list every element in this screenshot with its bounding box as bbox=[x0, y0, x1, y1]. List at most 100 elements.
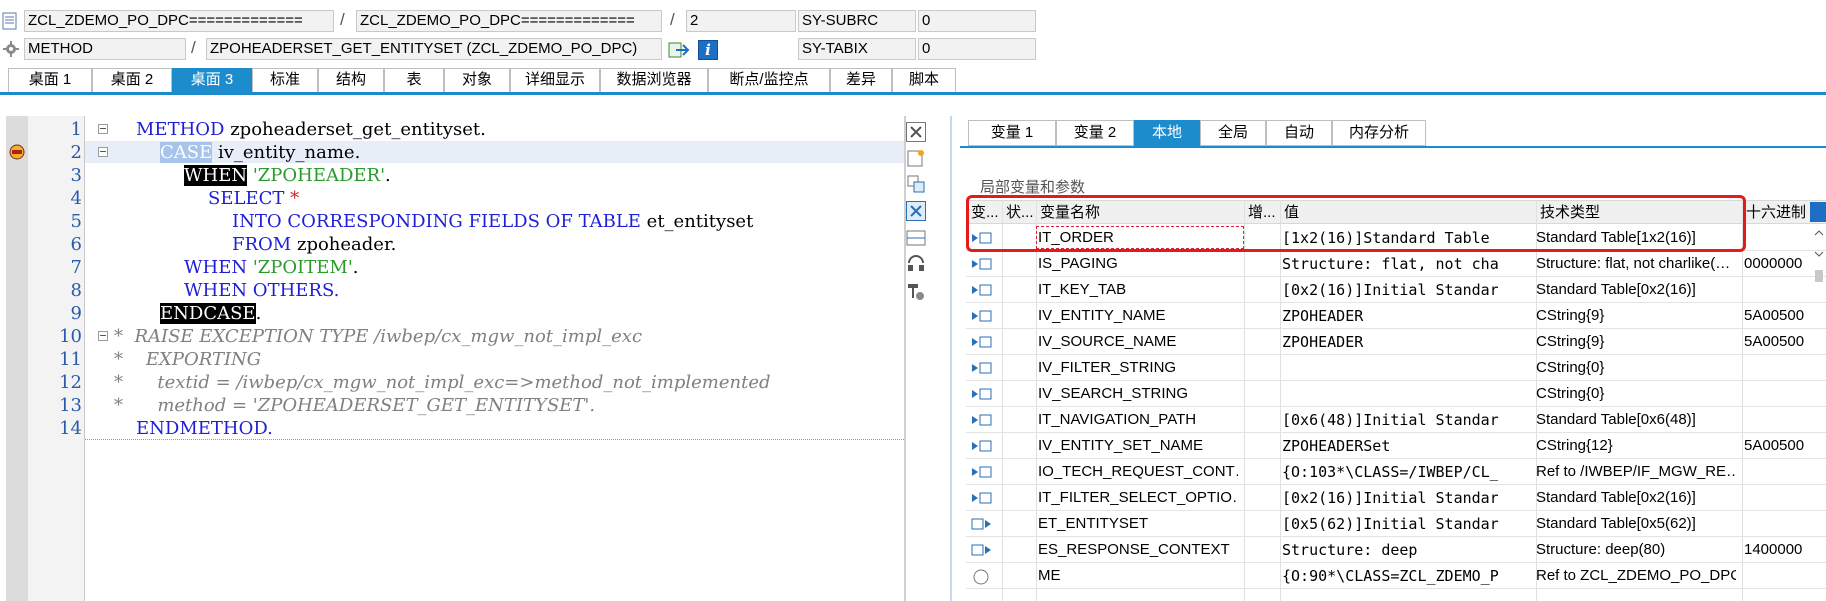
tab-script[interactable]: 脚本 bbox=[892, 68, 956, 92]
tab-object[interactable]: 对象 bbox=[444, 68, 510, 92]
variable-value-cell[interactable]: Structure: flat, not cha… bbox=[1282, 251, 1498, 277]
variable-hex-cell[interactable] bbox=[1744, 277, 1810, 303]
table-row[interactable]: IV_ENTITY_NAME ZPOHEADER CString{9} 5A00500 bbox=[966, 303, 1826, 329]
replace-tool-icon[interactable] bbox=[906, 174, 926, 194]
variable-type-cell[interactable]: Standard Table[0x2(16)] bbox=[1536, 485, 1736, 511]
variable-value-cell[interactable]: {O:90*\CLASS=ZCL_ZDEMO_P… bbox=[1282, 563, 1498, 589]
variable-value-cell[interactable]: [0x6(48)]Initial Standar… bbox=[1282, 407, 1498, 433]
variable-hex-cell[interactable] bbox=[1744, 225, 1810, 251]
variable-name-cell[interactable]: IV_ENTITY_NAME bbox=[1038, 303, 1238, 329]
variable-type-cell[interactable]: Standard Table[0x6(48)] bbox=[1536, 407, 1736, 433]
event-name-field[interactable]: ZPOHEADERSET_GET_ENTITYSET (ZCL_ZDEMO_PO… bbox=[206, 38, 662, 60]
variable-hex-cell[interactable]: 5A00500 bbox=[1744, 329, 1810, 355]
variable-hex-cell[interactable] bbox=[1744, 459, 1810, 485]
variable-name-cell[interactable]: IV_FILTER_STRING bbox=[1038, 355, 1238, 381]
variable-type-cell[interactable]: CString{0} bbox=[1536, 381, 1736, 407]
info-icon[interactable]: i bbox=[698, 40, 718, 60]
column-settings-icon[interactable] bbox=[1810, 202, 1826, 222]
services-icon[interactable] bbox=[906, 282, 926, 302]
variable-name-cell[interactable]: ES_RESPONSE_CONTEXT bbox=[1038, 537, 1238, 563]
sy-subrc-value[interactable]: 0 bbox=[918, 10, 1036, 32]
variable-hex-cell[interactable]: 0000000 bbox=[1744, 251, 1810, 277]
object-ref-icon[interactable] bbox=[970, 569, 994, 585]
variable-name-cell[interactable]: IV_ENTITY_SET_NAME bbox=[1038, 433, 1238, 459]
grid-scrollbar[interactable] bbox=[1812, 226, 1826, 286]
variable-value-cell[interactable] bbox=[1282, 381, 1498, 407]
table-row[interactable]: IT_KEY_TAB [0x2(16)]Initial Standar… Stand… bbox=[966, 277, 1826, 303]
close-icon[interactable] bbox=[906, 122, 926, 142]
col-header-hex[interactable]: 十六进制 bbox=[1746, 202, 1806, 224]
variable-name-cell[interactable]: ME bbox=[1038, 563, 1238, 589]
variable-type-cell[interactable]: Structure: deep(80) bbox=[1536, 537, 1736, 563]
table-row[interactable]: ES_RESPONSE_CONTEXT Structure: deep Struct… bbox=[966, 537, 1826, 563]
fold-toggle-icon[interactable] bbox=[98, 147, 108, 157]
import-param-icon[interactable] bbox=[970, 491, 994, 505]
line-field[interactable]: 2 bbox=[686, 10, 796, 32]
variable-hex-cell[interactable] bbox=[1744, 355, 1810, 381]
tab-detail-display[interactable]: 详细显示 bbox=[510, 68, 600, 92]
variable-value-cell[interactable]: [0x2(16)]Initial Standar… bbox=[1282, 277, 1498, 303]
tab-desktop-3[interactable]: 桌面 3 bbox=[172, 68, 252, 92]
table-row[interactable]: IV_SOURCE_NAME ZPOHEADER CString{9} 5A00500 bbox=[966, 329, 1826, 355]
variable-hex-cell[interactable] bbox=[1744, 381, 1810, 407]
variable-value-cell[interactable]: ZPOHEADERSet bbox=[1282, 433, 1498, 459]
table-row[interactable]: ET_ENTITYSET [0x5(62)]Initial Standar… Sta… bbox=[966, 511, 1826, 537]
tab-diff[interactable]: 差异 bbox=[830, 68, 892, 92]
tab-local[interactable]: 本地 bbox=[1134, 120, 1200, 146]
main-program-field[interactable]: ZCL_ZDEMO_PO_DPC============= bbox=[24, 10, 334, 32]
variable-value-cell[interactable]: [0x5(62)]Initial Standar… bbox=[1282, 511, 1498, 537]
variable-hex-cell[interactable] bbox=[1744, 563, 1810, 589]
source-editor[interactable]: 1 2 3 4 5 6 7 8 9 10 11 12 13 14 METHOD … bbox=[6, 116, 904, 601]
variable-value-cell[interactable]: ZPOHEADER bbox=[1282, 329, 1498, 355]
sy-tabix-value[interactable]: 0 bbox=[918, 38, 1036, 60]
variable-name-cell[interactable]: IT_FILTER_SELECT_OPTIO… bbox=[1038, 485, 1238, 511]
variable-hex-cell[interactable] bbox=[1744, 407, 1810, 433]
variable-name-cell[interactable]: IS_PAGING bbox=[1038, 251, 1238, 277]
tab-memory-analysis[interactable]: 内存分析 bbox=[1332, 120, 1426, 146]
variable-type-cell[interactable]: CString{9} bbox=[1536, 329, 1736, 355]
tab-structure[interactable]: 结构 bbox=[318, 68, 384, 92]
table-row[interactable]: IT_FILTER_SELECT_OPTIO… [0x2(16)]Initial … bbox=[966, 485, 1826, 511]
variable-name-cell[interactable]: IT_KEY_TAB bbox=[1038, 277, 1238, 303]
export-param-icon[interactable] bbox=[970, 517, 994, 531]
maximize-icon[interactable] bbox=[906, 201, 926, 221]
variable-hex-cell[interactable]: 5A00500 bbox=[1744, 433, 1810, 459]
table-row[interactable]: IV_SEARCH_STRING CString{0} bbox=[966, 381, 1826, 407]
table-row[interactable]: IT_NAVIGATION_PATH [0x6(48)]Initial Stand… bbox=[966, 407, 1826, 433]
variable-name-cell[interactable]: ET_ENTITYSET bbox=[1038, 511, 1238, 537]
tab-desktop-1[interactable]: 桌面 1 bbox=[8, 68, 92, 92]
tab-standard[interactable]: 标准 bbox=[252, 68, 318, 92]
table-row[interactable]: IV_FILTER_STRING CString{0} bbox=[966, 355, 1826, 381]
tab-global[interactable]: 全局 bbox=[1200, 120, 1266, 146]
import-param-icon[interactable] bbox=[970, 335, 994, 349]
variable-type-cell[interactable]: CString{0} bbox=[1536, 355, 1736, 381]
import-param-icon[interactable] bbox=[970, 439, 994, 453]
swap-icon[interactable] bbox=[906, 255, 926, 275]
variable-type-cell[interactable]: Ref to /IWBEP/IF_MGW_RE… bbox=[1536, 459, 1736, 485]
variable-value-cell[interactable]: [0x2(16)]Initial Standar… bbox=[1282, 485, 1498, 511]
import-param-icon[interactable] bbox=[970, 465, 994, 479]
variable-hex-cell[interactable] bbox=[1744, 511, 1810, 537]
tab-variables-2[interactable]: 变量 2 bbox=[1056, 120, 1134, 146]
variable-hex-cell[interactable]: 5A00500 bbox=[1744, 303, 1810, 329]
table-row[interactable]: IV_ENTITY_SET_NAME ZPOHEADERSet CString{12… bbox=[966, 433, 1826, 459]
import-param-icon[interactable] bbox=[970, 257, 994, 271]
variable-name-cell[interactable]: IV_SEARCH_STRING bbox=[1038, 381, 1238, 407]
new-tool-icon[interactable] bbox=[906, 148, 926, 168]
table-row[interactable]: IS_PAGING Structure: flat, not cha… Struct… bbox=[966, 251, 1826, 277]
import-param-icon[interactable] bbox=[970, 387, 994, 401]
tab-variables-1[interactable]: 变量 1 bbox=[968, 120, 1056, 146]
table-row[interactable]: IO_TECH_REQUEST_CONT… {O:103*\CLASS=/IWBE… bbox=[966, 459, 1826, 485]
include-field[interactable]: ZCL_ZDEMO_PO_DPC============= bbox=[356, 10, 662, 32]
variable-type-cell[interactable]: Standard Table[0x5(62)] bbox=[1536, 511, 1736, 537]
variable-type-cell[interactable]: Standard Table[0x2(16)] bbox=[1536, 277, 1736, 303]
table-row[interactable]: ME {O:90*\CLASS=ZCL_ZDEMO_P… Ref to ZCL_ZD… bbox=[966, 563, 1826, 589]
tab-auto[interactable]: 自动 bbox=[1266, 120, 1332, 146]
fold-toggle-icon[interactable] bbox=[98, 331, 108, 341]
export-param-icon[interactable] bbox=[970, 543, 994, 557]
variable-type-cell[interactable]: Ref to ZCL_ZDEMO_PO_DPC bbox=[1536, 563, 1736, 589]
variable-hex-cell[interactable] bbox=[1744, 485, 1810, 511]
import-param-icon[interactable] bbox=[970, 361, 994, 375]
tab-table[interactable]: 表 bbox=[384, 68, 444, 92]
tab-breakpoints[interactable]: 断点/监控点 bbox=[708, 68, 830, 92]
